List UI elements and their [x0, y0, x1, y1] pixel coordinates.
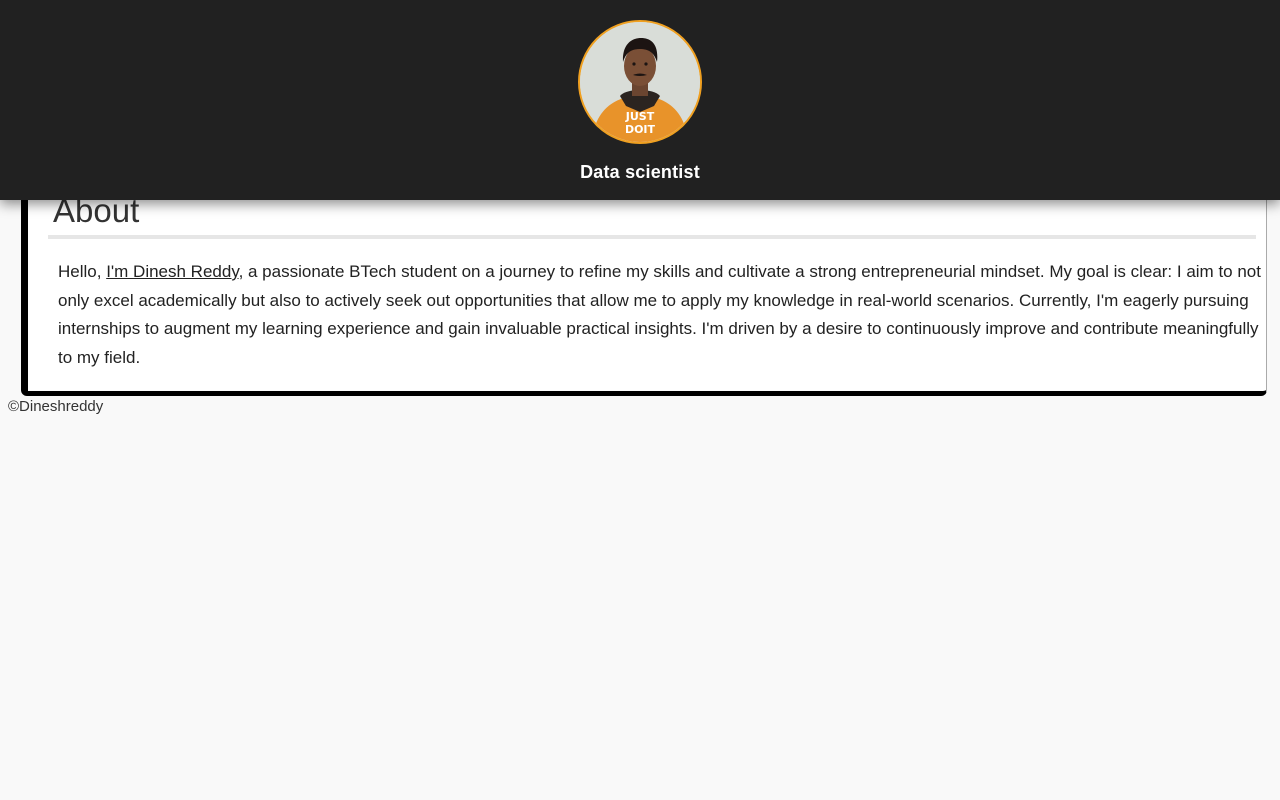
about-body: , a passionate BTech student on a journe…	[58, 262, 1261, 368]
page: JUST DOIT Data scientist About Hello, I'…	[0, 0, 1280, 800]
about-paragraph: Hello, I'm Dinesh Reddy, a passionate BT…	[58, 258, 1262, 373]
site-header: JUST DOIT Data scientist	[0, 0, 1280, 200]
svg-text:JUST: JUST	[625, 110, 655, 123]
role-title: Data scientist	[580, 162, 700, 182]
svg-text:DOIT: DOIT	[625, 123, 656, 136]
avatar-photo: JUST DOIT	[580, 22, 700, 142]
name-link[interactable]: I'm Dinesh Reddy	[106, 262, 238, 281]
about-divider	[48, 235, 1256, 239]
avatar: JUST DOIT	[578, 20, 702, 144]
about-greeting: Hello,	[58, 262, 107, 281]
footer-copyright: ©Dineshreddy	[8, 398, 104, 415]
